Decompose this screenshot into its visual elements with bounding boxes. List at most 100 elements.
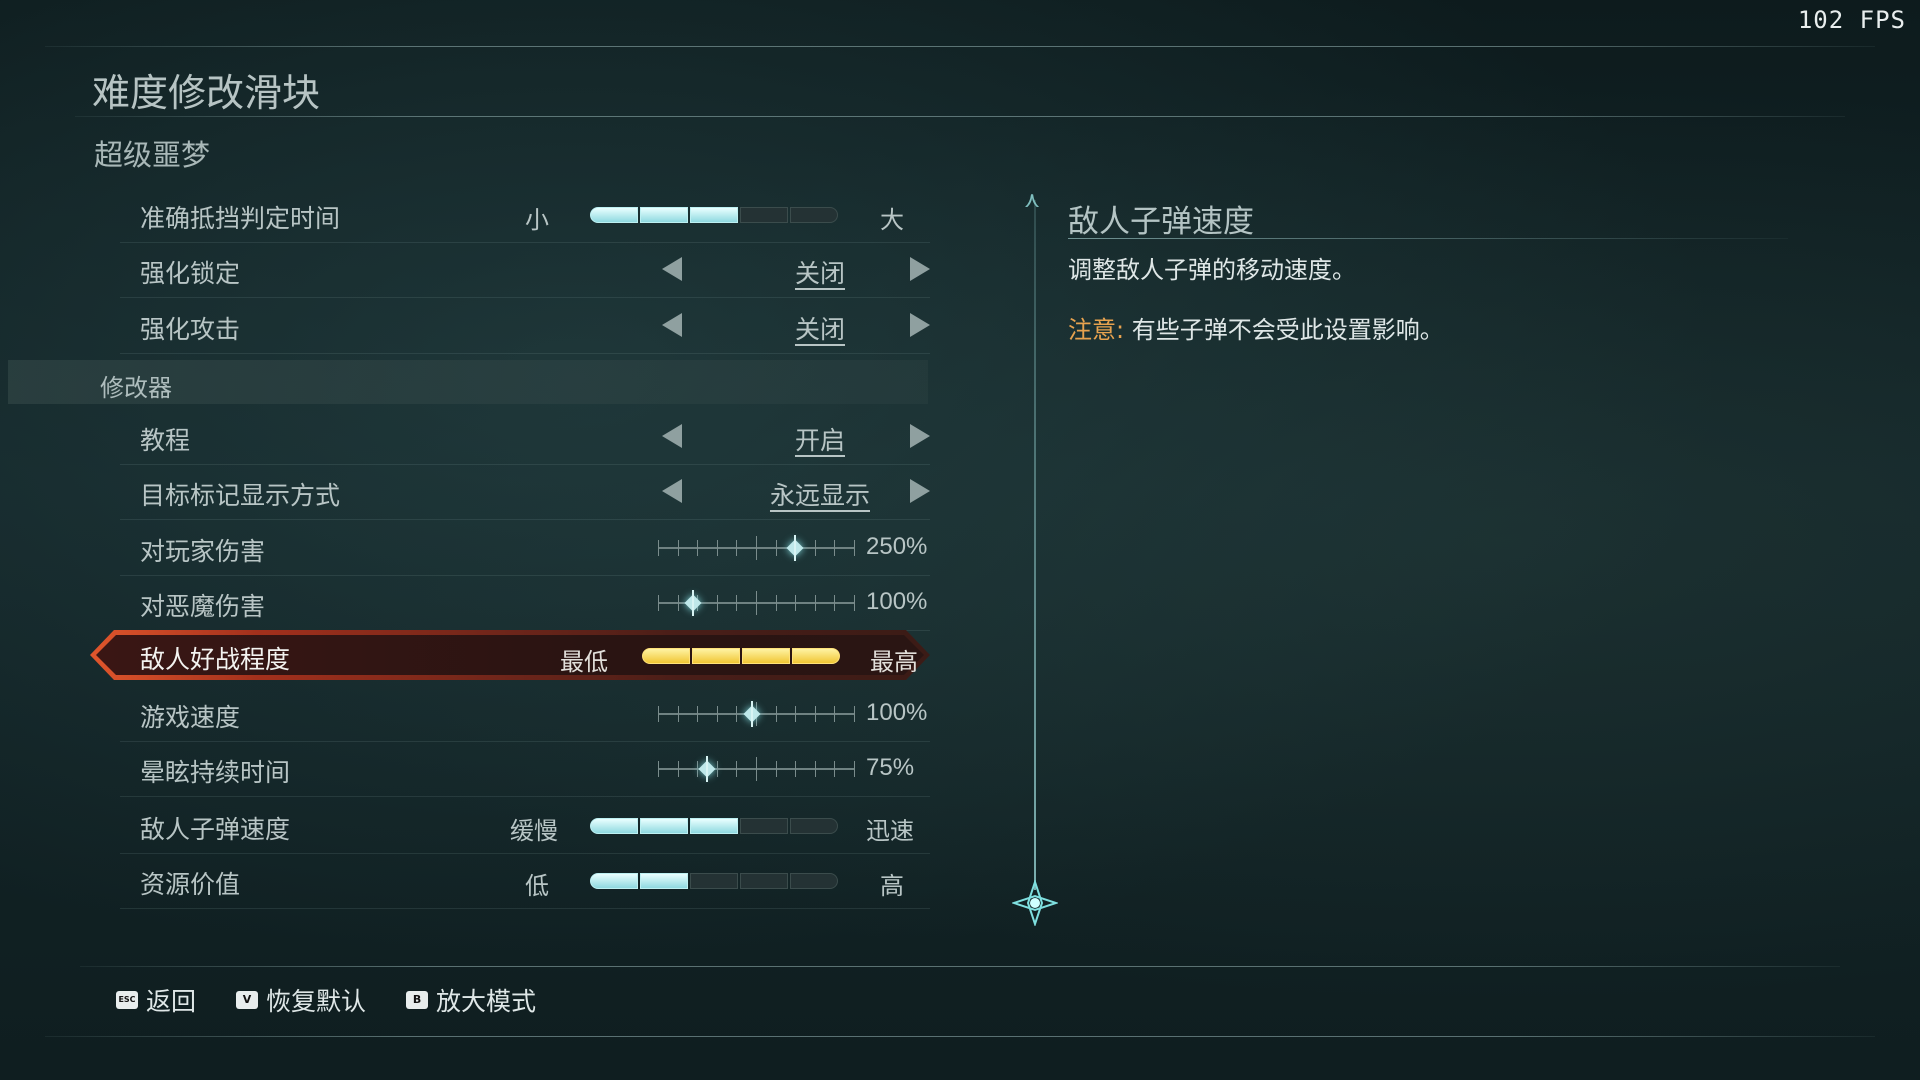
setting-label: 强化攻击 <box>140 315 241 344</box>
setting-row[interactable]: 强化锁定 关闭 <box>120 243 930 298</box>
setting-row[interactable]: 游戏速度 100% <box>120 687 930 742</box>
setting-value: 永远显示 <box>769 481 870 510</box>
title-underline <box>75 116 1845 117</box>
setting-value: 开启 <box>794 426 845 455</box>
tick-slider[interactable] <box>658 534 855 562</box>
arrow-left-icon[interactable] <box>662 313 682 337</box>
slider-tick <box>854 761 855 777</box>
slider-tick <box>697 706 699 722</box>
back-button[interactable]: ESC 返回 <box>116 982 196 1018</box>
setting-row[interactable]: 准确抵挡判定时间 小 大 <box>120 188 930 243</box>
segment-slider[interactable] <box>642 648 840 664</box>
setting-label: 晕眩持续时间 <box>140 758 291 787</box>
slider-segment <box>640 818 688 834</box>
setting-row[interactable]: 对恶魔伤害 100% <box>120 576 930 631</box>
slider-tick <box>814 595 816 611</box>
setting-row[interactable]: 敌人子弹速度 缓慢 迅速 <box>120 799 930 854</box>
setting-row[interactable]: 强化攻击 关闭 <box>120 299 930 354</box>
slider-tick <box>814 540 816 556</box>
detail-title-rule <box>1068 238 1788 239</box>
slider-tick <box>775 761 777 777</box>
detail-title: 敌人子弹速度 <box>1068 204 1254 240</box>
slider-max-label: 最高 <box>870 648 918 676</box>
slider-tick <box>736 595 738 611</box>
preset-title: 超级噩梦 <box>94 138 211 172</box>
slider-min-label: 小 <box>525 206 549 234</box>
segment-slider[interactable] <box>590 207 838 223</box>
arrow-right-icon[interactable] <box>910 424 930 448</box>
setting-label: 敌人好战程度 <box>140 645 291 674</box>
slider-segment <box>690 818 738 834</box>
setting-label: 教程 <box>140 426 191 455</box>
setting-row[interactable]: 对玩家伤害 250% <box>120 521 930 576</box>
reset-defaults-button[interactable]: V 恢复默认 <box>236 982 366 1018</box>
slider-segment <box>690 207 738 223</box>
detail-description: 调整敌人子弹的移动速度。 <box>1068 256 1356 284</box>
slider-segment <box>590 873 638 889</box>
slider-tick <box>834 540 836 556</box>
slider-segment <box>590 207 638 223</box>
setting-label: 强化锁定 <box>140 259 241 288</box>
setting-label: 对玩家伤害 <box>140 537 266 566</box>
bottom-frame-top-line <box>80 966 1840 967</box>
page-title: 难度修改滑块 <box>92 71 321 115</box>
slider-segment <box>740 207 788 223</box>
setting-label: 准确抵挡判定时间 <box>140 204 341 233</box>
slider-segment <box>590 818 638 834</box>
setting-row[interactable]: 敌人好战程度 最低 最高 <box>120 632 930 686</box>
tick-slider[interactable] <box>658 700 855 728</box>
setting-label: 对恶魔伤害 <box>140 592 266 621</box>
top-frame-line <box>45 46 1875 47</box>
slider-knob-icon[interactable] <box>680 590 706 616</box>
slider-max-label: 高 <box>880 872 904 900</box>
vertical-divider <box>1034 200 1036 890</box>
slider-segment <box>790 873 838 889</box>
tick-slider[interactable] <box>658 589 855 617</box>
slider-tick <box>697 540 699 556</box>
arrow-right-icon[interactable] <box>910 257 930 281</box>
slider-value: 100% <box>866 588 928 615</box>
slider-tick <box>736 706 738 722</box>
slider-segment <box>790 207 838 223</box>
slider-tick <box>658 761 659 777</box>
slider-tick <box>775 595 777 611</box>
slider-knob-icon[interactable] <box>782 535 808 561</box>
arrow-left-icon[interactable] <box>662 257 682 281</box>
slider-min-label: 最低 <box>560 648 608 676</box>
slider-segment <box>640 207 688 223</box>
tick-slider[interactable] <box>658 755 855 783</box>
footer-hints: ESC 返回 V 恢复默认 B 放大模式 <box>116 982 536 1018</box>
slider-tick <box>756 757 757 781</box>
arrow-left-icon[interactable] <box>662 424 682 448</box>
zoom-mode-label: 放大模式 <box>436 987 537 1016</box>
slider-value: 100% <box>866 699 928 726</box>
slider-tick <box>658 595 659 611</box>
setting-row[interactable]: 晕眩持续时间 75% <box>120 742 930 797</box>
slider-tick <box>716 595 718 611</box>
setting-row[interactable]: 目标标记显示方式 永远显示 <box>120 465 930 520</box>
setting-row[interactable]: 资源价值 低 高 <box>120 854 930 909</box>
slider-max-label: 大 <box>880 206 904 234</box>
reset-defaults-label: 恢复默认 <box>266 987 367 1016</box>
setting-row[interactable]: 教程 开启 <box>120 410 930 465</box>
arrow-right-icon[interactable] <box>910 313 930 337</box>
slider-tick <box>716 540 718 556</box>
slider-tick <box>756 591 757 615</box>
segment-slider[interactable] <box>590 818 838 834</box>
slider-knob-icon[interactable] <box>739 701 765 727</box>
arrow-right-icon[interactable] <box>910 479 930 503</box>
segment-slider[interactable] <box>590 873 838 889</box>
slider-tick <box>677 595 679 611</box>
slider-value: 250% <box>866 533 928 560</box>
slider-tick <box>736 761 738 777</box>
slider-tick <box>795 761 797 777</box>
slider-tick <box>658 540 659 556</box>
slider-knob-icon[interactable] <box>694 756 720 782</box>
slider-tick <box>658 706 659 722</box>
setting-value: 关闭 <box>794 315 845 344</box>
back-label: 返回 <box>146 987 197 1016</box>
slider-segment <box>740 873 788 889</box>
setting-label: 资源价值 <box>140 870 241 899</box>
zoom-mode-button[interactable]: B 放大模式 <box>406 982 536 1018</box>
arrow-left-icon[interactable] <box>662 479 682 503</box>
